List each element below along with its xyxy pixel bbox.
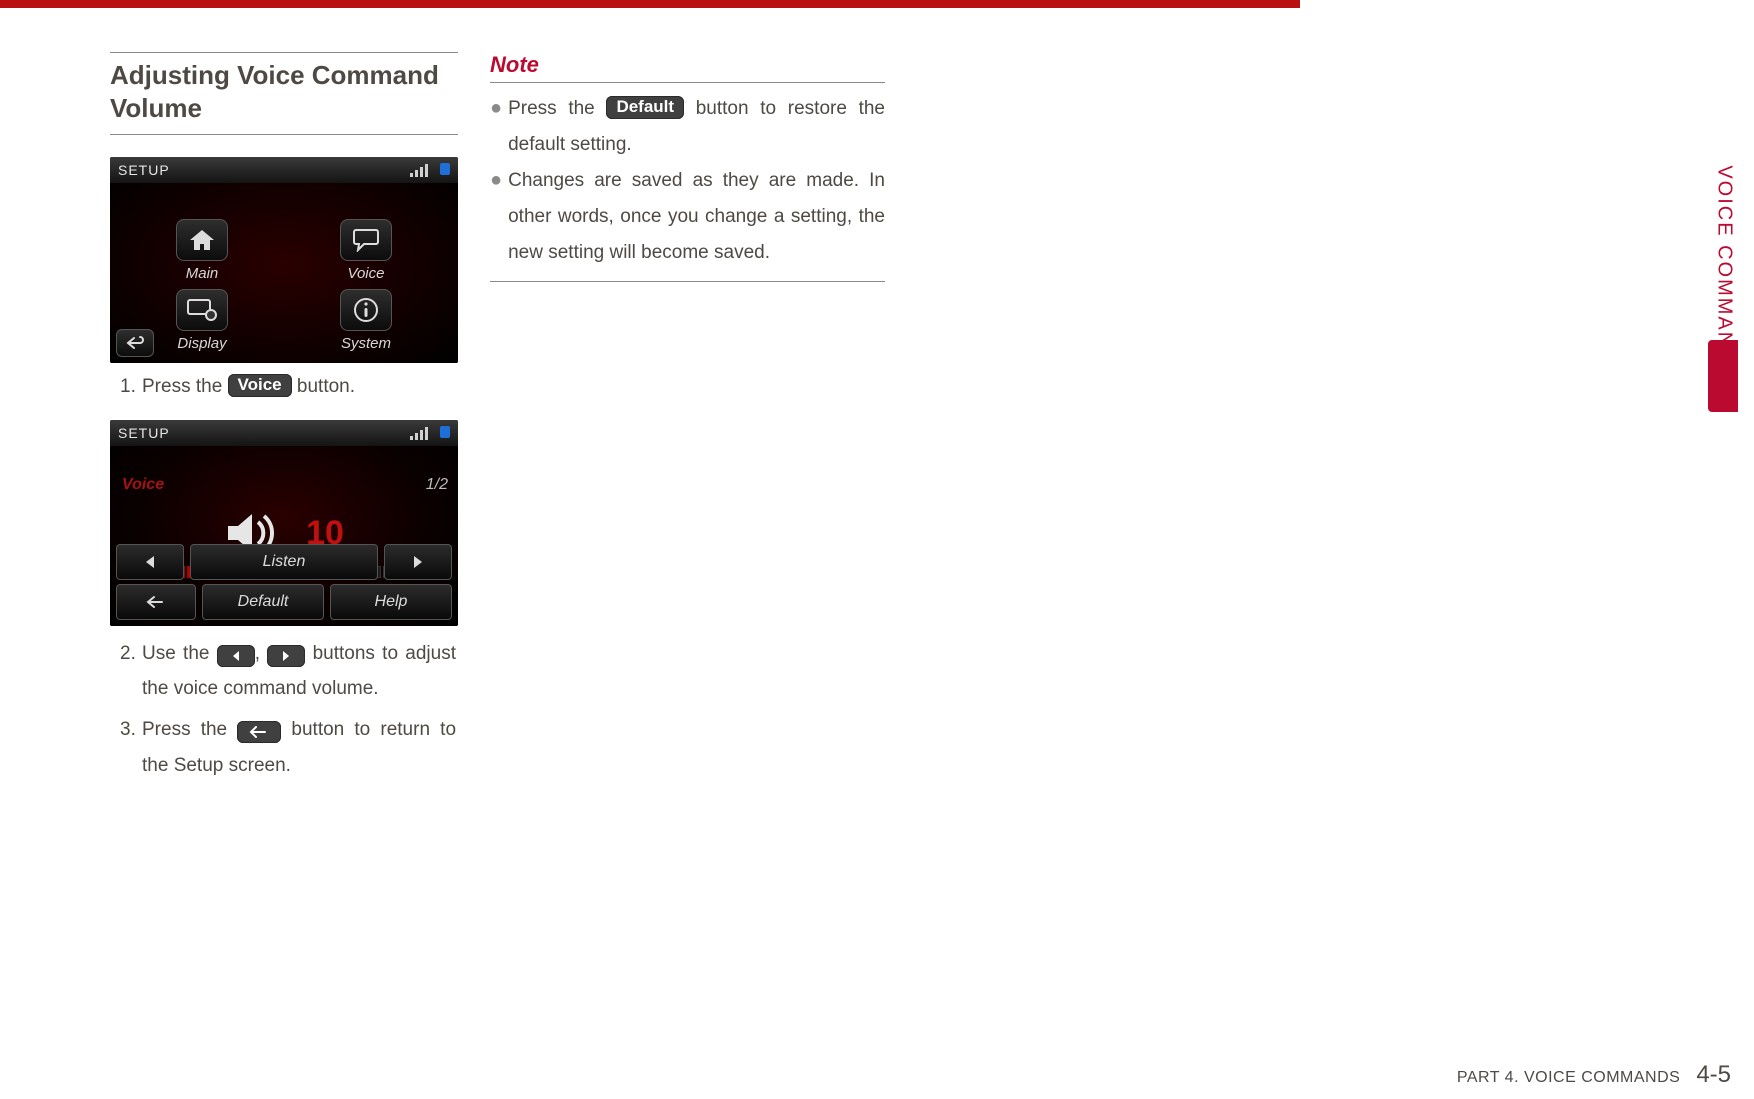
note-body: ● Press the Default button to restore th… (490, 91, 885, 271)
voice-sublabel: Voice (122, 476, 164, 494)
text-fragment: Press the (508, 98, 606, 119)
left-arrow-icon (217, 645, 255, 667)
section-heading: Adjusting Voice Command Volume (110, 59, 458, 124)
setup-item-voice[interactable]: Voice (304, 217, 428, 283)
volume-controls-row: Listen (116, 544, 452, 580)
side-label: VOICE COMMANDS (1713, 165, 1736, 380)
columns: Adjusting Voice Command Volume SETUP (110, 52, 1290, 783)
voice-volume-screenshot: SETUP Voice 1/2 10 (110, 420, 458, 626)
setup-item-main[interactable]: Main (140, 217, 264, 283)
help-button[interactable]: Help (330, 584, 452, 620)
bullet-icon: ● (490, 91, 502, 163)
bullet-icon: ● (490, 163, 502, 271)
button-label: Default (238, 593, 289, 611)
screenshot-title-bar: SETUP (110, 157, 458, 183)
button-label: Help (375, 593, 408, 611)
section-heading-wrap: Adjusting Voice Command Volume (110, 52, 458, 135)
bottom-controls-row: Default Help (116, 584, 452, 620)
page-footer: PART 4. VOICE COMMANDS 4-5 (1457, 1061, 1731, 1089)
back-arrow-icon (237, 721, 281, 743)
back-button[interactable] (116, 584, 196, 620)
setup-item-label: Voice (348, 265, 385, 282)
voice-pill: Voice (228, 374, 292, 397)
note-bullet-2: ● Changes are saved as they are made. In… (490, 163, 885, 271)
step-number: 1. (120, 369, 142, 404)
top-red-bar (0, 0, 1300, 8)
setup-screenshot-main: SETUP Main (110, 157, 458, 363)
step-number: 3. (120, 712, 142, 782)
button-label: Listen (263, 553, 306, 571)
page-indicator: 1/2 (426, 476, 448, 494)
text-fragment: Press the (142, 719, 237, 740)
step-2: 2. Use the , buttons to adjust the voice… (120, 636, 458, 706)
right-arrow-icon (267, 645, 305, 667)
setup-item-display[interactable]: Display (140, 287, 264, 353)
setup-grid: Main Voice (140, 217, 428, 353)
setup-item-label: Display (177, 335, 226, 352)
volume-down-button[interactable] (116, 544, 184, 580)
bluetooth-icon (440, 163, 450, 175)
screenshot-body: Voice 1/2 10 (110, 446, 458, 626)
text-fragment: , (255, 643, 268, 664)
screenshot-title: SETUP (118, 425, 170, 441)
page-number: 4-5 (1696, 1061, 1731, 1089)
back-button[interactable] (116, 329, 154, 357)
column-2: Note ● Press the Default button to resto… (490, 52, 885, 783)
setup-item-label: Main (186, 265, 219, 282)
note-heading: Note (490, 52, 885, 83)
step-text: Use the , buttons to adjust the voice co… (142, 636, 458, 706)
signal-icon (410, 164, 428, 177)
step-text: Press the button to return to the Setup … (142, 712, 458, 782)
signal-icon (410, 427, 428, 440)
text-fragment: button. (292, 376, 355, 397)
step-3: 3. Press the button to return to the Set… (120, 712, 458, 782)
default-pill: Default (606, 96, 684, 119)
note-bottom-rule (490, 281, 885, 282)
screenshot-title-bar: SETUP (110, 420, 458, 446)
column-1: Adjusting Voice Command Volume SETUP (110, 52, 458, 783)
step-number: 2. (120, 636, 142, 706)
page: Adjusting Voice Command Volume SETUP (0, 0, 1754, 1099)
listen-button[interactable]: Listen (190, 544, 378, 580)
screenshot-title: SETUP (118, 162, 170, 178)
screenshot-body: Main Voice (110, 183, 458, 363)
note-bullet-1: ● Press the Default button to restore th… (490, 91, 885, 163)
setup-item-label: System (341, 335, 391, 352)
text-fragment: Press the (142, 376, 228, 397)
info-icon (340, 289, 392, 331)
note-text: Press the Default button to restore the … (508, 91, 885, 163)
display-icon (176, 289, 228, 331)
bluetooth-icon (440, 426, 450, 438)
step-1: 1. Press the Voice button. (120, 369, 458, 404)
default-button[interactable]: Default (202, 584, 324, 620)
step-text: Press the Voice button. (142, 369, 458, 404)
note-text: Changes are saved as they are made. In o… (508, 163, 885, 271)
steps-list-1: 1. Press the Voice button. (110, 369, 458, 404)
voice-bubble-icon (340, 219, 392, 261)
steps-list-2: 2. Use the , buttons to adjust the voice… (110, 636, 458, 783)
setup-item-system[interactable]: System (304, 287, 428, 353)
text-fragment: Use the (142, 643, 217, 664)
footer-text: PART 4. VOICE COMMANDS (1457, 1069, 1680, 1087)
content-area: Adjusting Voice Command Volume SETUP (110, 52, 1290, 972)
volume-up-button[interactable] (384, 544, 452, 580)
home-icon (176, 219, 228, 261)
